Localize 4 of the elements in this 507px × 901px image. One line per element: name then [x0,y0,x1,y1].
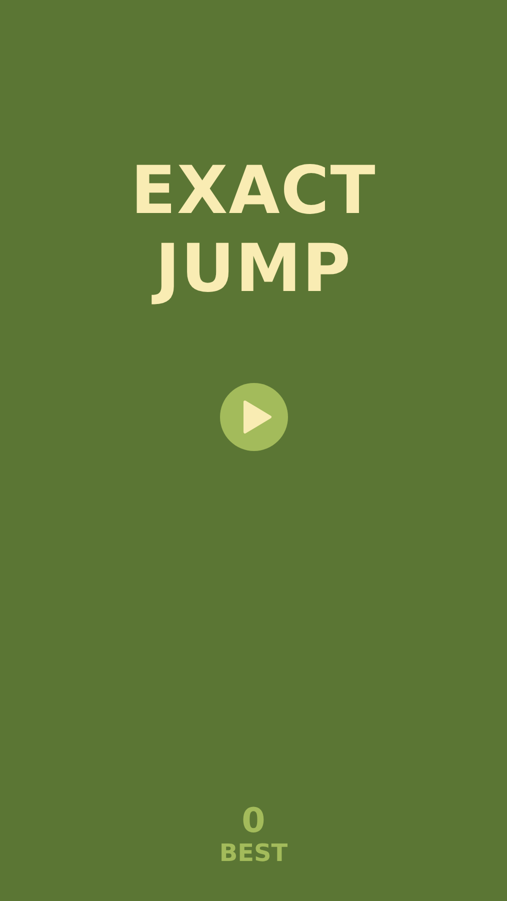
play-icon [242,400,272,434]
best-label: BEST [219,839,288,867]
best-score: 0 [242,803,266,839]
game-title: EXACT [130,152,376,230]
